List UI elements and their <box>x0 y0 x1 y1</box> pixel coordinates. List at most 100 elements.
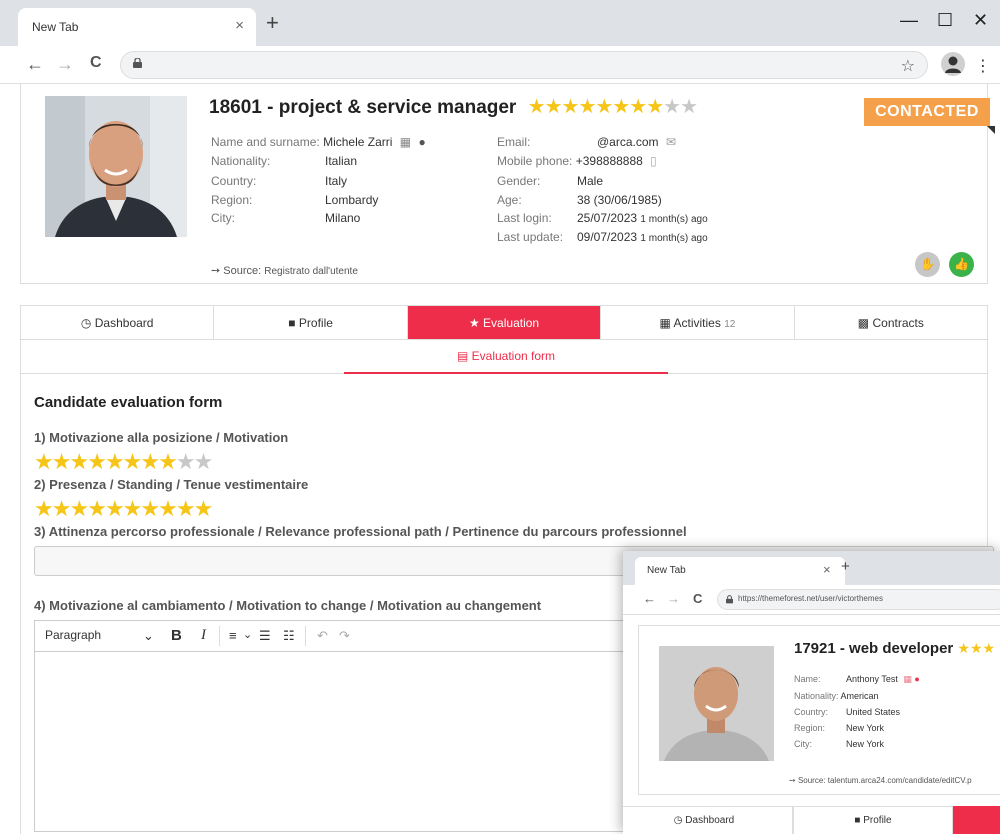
mail-icon[interactable]: ✉ <box>666 135 676 149</box>
paragraph-select[interactable]: Paragraph <box>45 628 101 642</box>
star-empty-icon[interactable]: ★ <box>194 449 214 474</box>
chat-icon[interactable]: ● <box>418 135 425 149</box>
star-filled-icon[interactable]: ★ <box>87 496 107 521</box>
address-bar[interactable]: ☆ <box>120 51 928 79</box>
dashboard-icon: ◷ <box>80 316 92 330</box>
age-field: Age: 38 (30/06/1985) <box>497 193 662 207</box>
star-empty-icon[interactable]: ★ <box>176 449 196 474</box>
star-filled-icon[interactable]: ★ <box>562 96 580 118</box>
star-filled-icon[interactable]: ★ <box>69 449 89 474</box>
star-empty-icon[interactable]: ★ <box>663 96 681 118</box>
overlay-forward-icon[interactable]: → <box>667 591 680 606</box>
star-filled-icon[interactable]: ★ <box>52 496 72 521</box>
star-filled-icon[interactable]: ★ <box>34 496 54 521</box>
star-filled-icon[interactable]: ★ <box>176 496 196 521</box>
form-icon: ▤ <box>456 349 469 363</box>
maximize-icon[interactable]: ☐ <box>937 10 953 31</box>
tab-evaluation[interactable]: ★ Evaluation <box>407 306 602 339</box>
thumb-up-icon[interactable]: 👍 <box>949 252 974 277</box>
window-close-icon[interactable]: ✕ <box>973 10 988 31</box>
overlay-browser-tab[interactable]: New Tab × <box>635 557 845 585</box>
overlay-tab-dashboard[interactable]: ◷ Dashboard <box>623 806 793 834</box>
last-login-ago: 1 month(s) ago <box>640 214 708 225</box>
overlay-reload-icon[interactable]: C <box>693 591 702 606</box>
overlay-browser-window: New Tab × + ← → C https://themeforest.ne… <box>623 551 1000 834</box>
star-filled-icon[interactable]: ★ <box>629 96 647 118</box>
overlay-tab-close-icon[interactable]: × <box>823 562 831 577</box>
undo-icon[interactable]: ↶ <box>317 628 328 644</box>
overlay-chat-icon[interactable]: ● <box>914 674 919 684</box>
star-filled-icon[interactable]: ★ <box>105 496 125 521</box>
star-filled-icon[interactable]: ★ <box>87 449 107 474</box>
star-filled-icon[interactable]: ★ <box>646 96 664 118</box>
tab-close-icon[interactable]: × <box>235 17 244 34</box>
candidate-rating[interactable]: ★★★★★★★★★★ <box>528 96 698 118</box>
overlay-tab-evaluation[interactable] <box>953 806 1000 834</box>
question-1-rating[interactable]: ★★★★★★★★★★ <box>34 449 214 474</box>
city-label: City: <box>211 211 235 225</box>
star-filled-icon[interactable]: ★ <box>612 96 630 118</box>
overlay-nationality-value: American <box>840 691 879 701</box>
profile-avatar-icon[interactable] <box>941 52 965 76</box>
minimize-icon[interactable]: — <box>900 10 918 31</box>
bold-button[interactable]: B <box>171 627 182 644</box>
tab-activities[interactable]: ▦ Activities 12 <box>601 306 795 339</box>
star-filled-icon[interactable]: ★ <box>158 449 178 474</box>
city-value: Milano <box>325 211 361 225</box>
badge-fold <box>987 126 995 134</box>
browser-tabstrip: New Tab × + — ☐ ✕ <box>0 0 1000 46</box>
overlay-rating[interactable]: ★★★ <box>957 640 995 656</box>
tab-dashboard-label: Dashboard <box>94 316 154 330</box>
bookmark-star-icon[interactable]: ☆ <box>901 56 915 76</box>
align-chevron-icon[interactable]: ⌄ <box>243 628 252 641</box>
overlay-calendar-icon[interactable]: ▦ <box>903 674 912 684</box>
star-filled-icon[interactable]: ★ <box>545 96 563 118</box>
phone-icon[interactable]: ▯ <box>650 154 657 168</box>
star-filled-icon[interactable]: ★ <box>52 449 72 474</box>
last-login-field: Last login: 25/07/2023 1 month(s) ago <box>497 211 708 225</box>
back-icon[interactable]: ← <box>26 54 44 75</box>
star-filled-icon[interactable]: ★ <box>528 96 546 118</box>
tab-contracts[interactable]: ▩ Contracts <box>795 306 987 339</box>
gender-value: Male <box>577 174 604 188</box>
italic-button[interactable]: I <box>201 627 206 644</box>
calendar-icon[interactable]: ▦ <box>400 135 411 149</box>
browser-menu-icon[interactable]: ⋮ <box>975 56 991 76</box>
star-filled-icon[interactable]: ★ <box>123 496 143 521</box>
overlay-source-line: ➙ Source: talentum.arca24.com/candidate/… <box>789 776 972 785</box>
overlay-new-tab-icon[interactable]: + <box>841 558 850 575</box>
star-filled-icon[interactable]: ★ <box>123 449 143 474</box>
overlay-arrow-share-icon: ➙ <box>789 776 796 785</box>
overlay-main-tabs: ◷ Dashboard ■ Profile <box>623 806 1000 834</box>
align-icon[interactable]: ≡ <box>229 628 237 643</box>
new-tab-icon[interactable]: + <box>266 10 279 36</box>
overlay-address-bar[interactable]: https://themeforest.net/user/victortheme… <box>717 589 1000 610</box>
star-filled-icon[interactable]: ★ <box>194 496 214 521</box>
overlay-tab-profile[interactable]: ■ Profile <box>793 806 953 834</box>
star-filled-icon[interactable]: ★ <box>34 449 54 474</box>
star-filled-icon[interactable]: ★ <box>140 496 160 521</box>
overlay-back-icon[interactable]: ← <box>643 591 656 606</box>
bulleted-list-icon[interactable]: ☰ <box>259 628 271 644</box>
tab-profile[interactable]: ■ Profile <box>214 306 408 339</box>
browser-tab[interactable]: New Tab × <box>18 8 256 46</box>
forward-icon[interactable]: → <box>56 54 74 75</box>
star-filled-icon[interactable]: ★ <box>595 96 613 118</box>
subtab-evaluation-form[interactable]: ▤ Evaluation form <box>344 340 668 374</box>
reload-icon[interactable]: C <box>90 54 102 72</box>
star-filled-icon[interactable]: ★ <box>158 496 178 521</box>
chevron-down-icon[interactable]: ⌄ <box>143 628 154 644</box>
numbered-list-icon[interactable]: ☷ <box>283 628 295 644</box>
star-filled-icon[interactable]: ★ <box>69 496 89 521</box>
star-filled-icon[interactable]: ★ <box>105 449 125 474</box>
star-empty-icon[interactable]: ★ <box>680 96 698 118</box>
folder-icon: ■ <box>288 316 296 330</box>
star-filled-icon[interactable]: ★ <box>578 96 596 118</box>
star-filled-icon[interactable]: ★ <box>140 449 160 474</box>
question-2-rating[interactable]: ★★★★★★★★★★ <box>34 496 214 521</box>
thumb-down-icon[interactable]: ✋ <box>915 252 940 277</box>
tab-dashboard[interactable]: ◷ Dashboard <box>21 306 215 339</box>
arrow-share-icon: ➙ <box>211 265 221 277</box>
email-value[interactable]: @arca.com <box>597 135 659 149</box>
redo-icon[interactable]: ↷ <box>339 628 350 644</box>
